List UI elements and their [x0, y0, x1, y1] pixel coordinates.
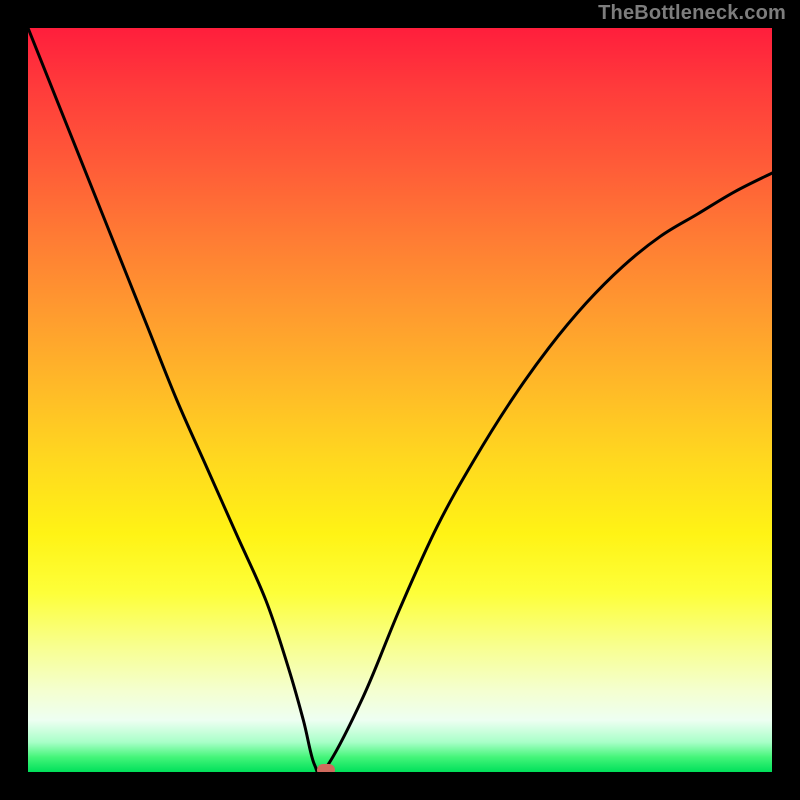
outer-frame: TheBottleneck.com — [0, 0, 800, 800]
plot-area — [28, 28, 772, 772]
watermark-text: TheBottleneck.com — [598, 2, 786, 25]
bottleneck-curve — [28, 28, 772, 772]
optimal-point-marker — [317, 764, 335, 772]
